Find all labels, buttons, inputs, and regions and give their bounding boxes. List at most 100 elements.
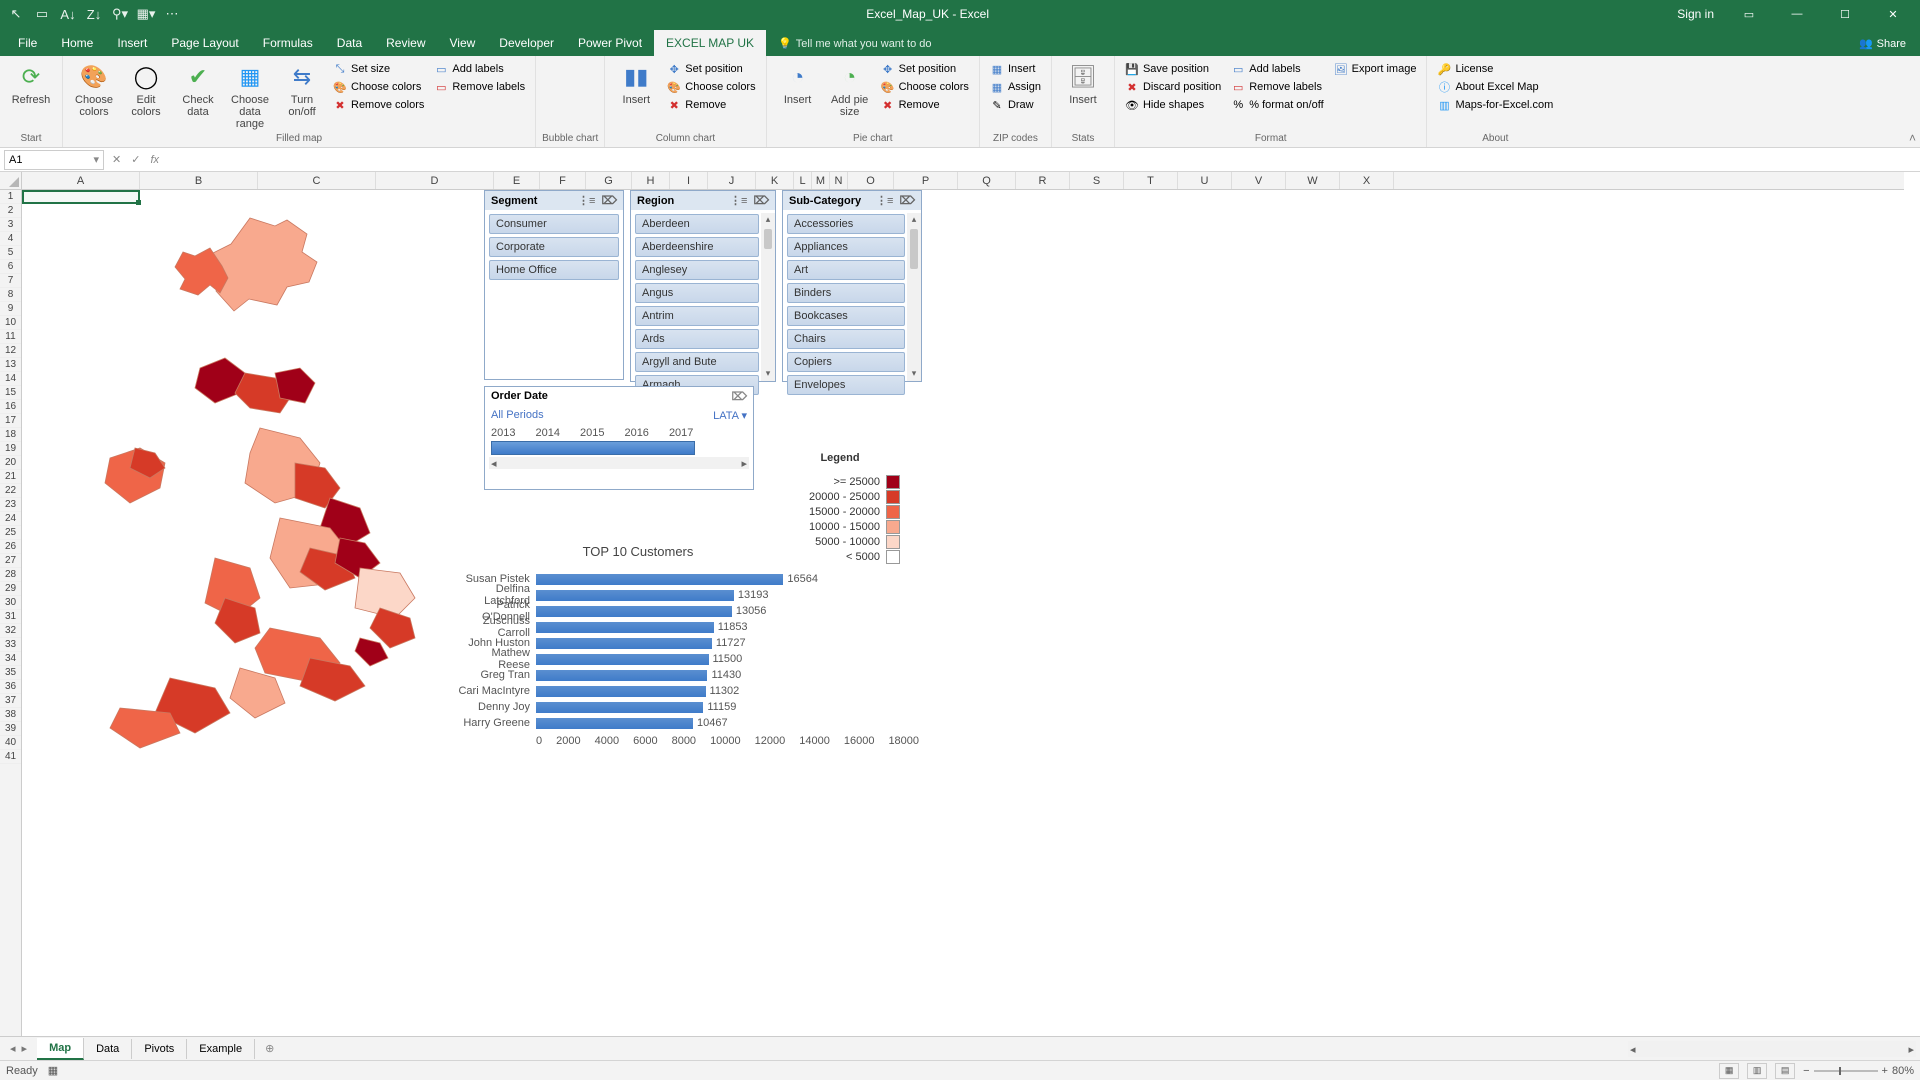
fmt-add-labels-button[interactable]: ▭Add labels xyxy=(1227,61,1327,77)
slicer-item[interactable]: Home Office xyxy=(489,260,619,280)
slicer-item[interactable]: Envelopes xyxy=(787,375,905,395)
uk-filled-map[interactable] xyxy=(40,198,460,758)
clear-filter-icon[interactable]: ⌦ xyxy=(731,390,747,403)
tell-me-search[interactable]: 💡Tell me what you want to do xyxy=(766,31,943,56)
sheet-tab-data[interactable]: Data xyxy=(84,1039,132,1059)
refresh-button[interactable]: ⟳Refresh xyxy=(6,58,56,106)
tab-view[interactable]: View xyxy=(438,30,488,56)
check-data-button[interactable]: ✔Check data xyxy=(173,58,223,118)
clear-filter-icon[interactable]: ⌦ xyxy=(899,194,915,207)
sort-asc-icon[interactable]: A↓ xyxy=(60,6,76,22)
zoom-slider[interactable]: − + 80% xyxy=(1803,1065,1914,1077)
slicer-subcategory[interactable]: Sub-Category⋮≡⌦ AccessoriesAppliancesArt… xyxy=(782,190,922,382)
row-headers[interactable]: 1234567891011121314151617181920212223242… xyxy=(0,190,22,1036)
slicer-item[interactable]: Aberdeenshire xyxy=(635,237,759,257)
choose-colors-small-button[interactable]: 🎨Choose colors xyxy=(329,79,428,95)
col-set-position-button[interactable]: ✥Set position xyxy=(663,61,759,77)
slicer-item[interactable]: Argyll and Bute xyxy=(635,352,759,372)
macro-record-icon[interactable]: ▦ xyxy=(48,1064,58,1077)
slicer-item[interactable]: Accessories xyxy=(787,214,905,234)
tab-power-pivot[interactable]: Power Pivot xyxy=(566,30,654,56)
sheet-tab-map[interactable]: Map xyxy=(37,1038,84,1060)
select-all-corner[interactable] xyxy=(0,172,22,190)
clear-filter-icon[interactable]: ⌦ xyxy=(601,194,617,207)
sign-in-button[interactable]: Sign in xyxy=(1667,7,1724,21)
save-position-button[interactable]: 💾Save position xyxy=(1121,61,1225,77)
pie-remove-button[interactable]: ✖Remove xyxy=(877,97,973,113)
multi-select-icon[interactable]: ⋮≡ xyxy=(578,194,595,207)
slicer-item[interactable]: Corporate xyxy=(489,237,619,257)
format-icon[interactable]: ▭ xyxy=(34,6,50,22)
slicer-item[interactable]: Ards xyxy=(635,329,759,349)
zip-draw-button[interactable]: ✎Draw xyxy=(986,97,1045,113)
tab-insert[interactable]: Insert xyxy=(105,30,159,56)
slicer-segment[interactable]: Segment⋮≡⌦ ConsumerCorporateHome Office xyxy=(484,190,624,380)
about-map-button[interactable]: ⓘAbout Excel Map xyxy=(1433,79,1557,95)
new-sheet-button[interactable]: ⊕ xyxy=(255,1038,284,1059)
set-size-button[interactable]: ⤡Set size xyxy=(329,61,428,77)
slicer-item[interactable]: Binders xyxy=(787,283,905,303)
horizontal-scrollbar[interactable]: ◂▸ xyxy=(1628,1041,1916,1057)
share-button[interactable]: 👥Share xyxy=(1845,31,1920,56)
pie-add-size-button[interactable]: ◔Add pie size xyxy=(825,58,875,118)
tab-excel-map-uk[interactable]: EXCEL MAP UK xyxy=(654,30,766,56)
timeline-order-date[interactable]: Order Date⌦ All PeriodsLATA ▾ 2013201420… xyxy=(484,386,754,490)
sheet-nav[interactable]: ◂▸ xyxy=(0,1042,37,1055)
tab-data[interactable]: Data xyxy=(325,30,374,56)
remove-colors-button[interactable]: ✖Remove colors xyxy=(329,97,428,113)
group-icon[interactable]: ⚲▾ xyxy=(112,6,128,22)
tab-review[interactable]: Review xyxy=(374,30,437,56)
cursor-icon[interactable]: ↖ xyxy=(8,6,24,22)
zoom-level[interactable]: 80% xyxy=(1892,1065,1914,1077)
qat-customize-icon[interactable]: ⋯ xyxy=(164,6,180,22)
export-image-button[interactable]: 🖼Export image xyxy=(1330,61,1421,77)
license-button[interactable]: 🔑License xyxy=(1433,61,1557,77)
name-box[interactable]: A1▾ xyxy=(4,150,104,170)
top10-customers-chart[interactable]: TOP 10 Customers Susan Pistek16564Delfin… xyxy=(458,544,818,747)
zip-insert-button[interactable]: ▦Insert xyxy=(986,61,1045,77)
slicer-item[interactable]: Copiers xyxy=(787,352,905,372)
maps-for-excel-button[interactable]: ▥Maps-for-Excel.com xyxy=(1433,97,1557,113)
slicer-item[interactable]: Aberdeen xyxy=(635,214,759,234)
zoom-out-icon[interactable]: − xyxy=(1803,1065,1809,1077)
timeline-level[interactable]: LATA ▾ xyxy=(713,409,747,422)
slicer-scrollbar[interactable]: ▴▾ xyxy=(761,213,775,381)
slicer-item[interactable]: Chairs xyxy=(787,329,905,349)
col-choose-colors-button[interactable]: 🎨Choose colors xyxy=(663,79,759,95)
zoom-in-icon[interactable]: + xyxy=(1882,1065,1888,1077)
pivot-icon[interactable]: ▦▾ xyxy=(138,6,154,22)
zip-assign-button[interactable]: ▦Assign xyxy=(986,79,1045,95)
column-insert-button[interactable]: ▮▮Insert xyxy=(611,58,661,106)
page-layout-view-icon[interactable]: ▥ xyxy=(1747,1063,1767,1079)
slicer-item[interactable]: Consumer xyxy=(489,214,619,234)
discard-position-button[interactable]: ✖Discard position xyxy=(1121,79,1225,95)
sheet-tab-example[interactable]: Example xyxy=(187,1039,255,1059)
pie-set-position-button[interactable]: ✥Set position xyxy=(877,61,973,77)
fmt-remove-labels-button[interactable]: ▭Remove labels xyxy=(1227,79,1327,95)
multi-select-icon[interactable]: ⋮≡ xyxy=(730,194,747,207)
pie-insert-button[interactable]: ◔Insert xyxy=(773,58,823,106)
clear-filter-icon[interactable]: ⌦ xyxy=(753,194,769,207)
close-icon[interactable]: ✕ xyxy=(1870,0,1916,28)
tab-developer[interactable]: Developer xyxy=(487,30,566,56)
timeline-range-bar[interactable] xyxy=(491,441,695,455)
slicer-item[interactable]: Appliances xyxy=(787,237,905,257)
tab-page-layout[interactable]: Page Layout xyxy=(159,30,250,56)
page-break-view-icon[interactable]: ▤ xyxy=(1775,1063,1795,1079)
add-labels-button[interactable]: ▭Add labels xyxy=(430,61,529,77)
timeline-scrollbar[interactable]: ◂▸ xyxy=(489,457,749,469)
maximize-icon[interactable]: ☐ xyxy=(1822,0,1868,28)
tab-formulas[interactable]: Formulas xyxy=(251,30,325,56)
formula-input[interactable] xyxy=(165,150,1920,170)
collapse-ribbon-icon[interactable]: ˄ xyxy=(1909,131,1916,145)
turn-onoff-button[interactable]: ⇆Turn on/off xyxy=(277,58,327,118)
ribbon-display-icon[interactable]: ▭ xyxy=(1726,0,1772,28)
sort-desc-icon[interactable]: Z↓ xyxy=(86,6,102,22)
multi-select-icon[interactable]: ⋮≡ xyxy=(876,194,893,207)
sheet-tab-pivots[interactable]: Pivots xyxy=(132,1039,187,1059)
slicer-scrollbar[interactable]: ▴▾ xyxy=(907,213,921,381)
tab-home[interactable]: Home xyxy=(49,30,105,56)
pct-format-button[interactable]: %% format on/off xyxy=(1227,97,1327,113)
edit-colors-button[interactable]: ◯Edit colors xyxy=(121,58,171,118)
remove-labels-button[interactable]: ▭Remove labels xyxy=(430,79,529,95)
